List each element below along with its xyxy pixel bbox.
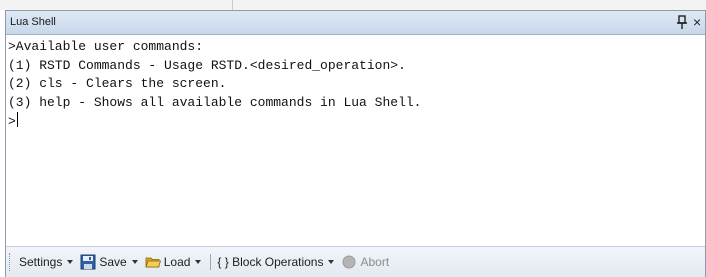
console-line: >Available user commands: [8, 39, 204, 54]
abort-button[interactable]: Abort [339, 251, 391, 273]
save-button[interactable]: Save [78, 251, 142, 273]
toolbar-separator [210, 254, 212, 270]
console-output[interactable]: >Available user commands: (1) RSTD Comman… [6, 36, 705, 246]
chevron-down-icon [67, 260, 74, 264]
top-strip [0, 0, 706, 10]
stop-circle-icon [342, 255, 356, 269]
close-icon[interactable]: × [693, 14, 706, 30]
pin-icon[interactable] [676, 14, 688, 30]
console-line: (2) cls - Clears the screen. [8, 76, 227, 91]
floppy-disk-icon [80, 254, 96, 270]
shell-toolbar: Settings Save Load { } Block Operations [6, 246, 705, 277]
block-operations-button[interactable]: { } Block Operations [215, 251, 339, 273]
chevron-down-icon [131, 260, 138, 264]
text-caret [16, 112, 18, 127]
title-bar: Lua Shell × [6, 11, 705, 35]
settings-label: Settings [19, 255, 63, 269]
console-prompt-line[interactable]: > [8, 112, 705, 132]
window-title: Lua Shell [10, 16, 56, 28]
load-button[interactable]: Load [143, 251, 207, 273]
open-folder-icon [145, 257, 161, 268]
settings-button[interactable]: Settings [17, 251, 78, 273]
console-prompt: > [8, 114, 16, 129]
block-operations-label: { } Block Operations [217, 255, 324, 269]
abort-label: Abort [360, 255, 390, 269]
chevron-down-icon [195, 260, 202, 264]
toolbar-grip[interactable] [9, 253, 13, 271]
console-line: (1) RSTD Commands - Usage RSTD.<desired_… [8, 57, 406, 73]
save-label: Save [99, 255, 127, 269]
splitter-tick [232, 0, 233, 10]
lua-shell-panel: Lua Shell × >Available user commands: (1)… [5, 10, 706, 277]
chevron-down-icon [328, 260, 335, 264]
load-label: Load [163, 255, 191, 269]
console-line: (3) help - Shows all available commands … [8, 94, 422, 110]
